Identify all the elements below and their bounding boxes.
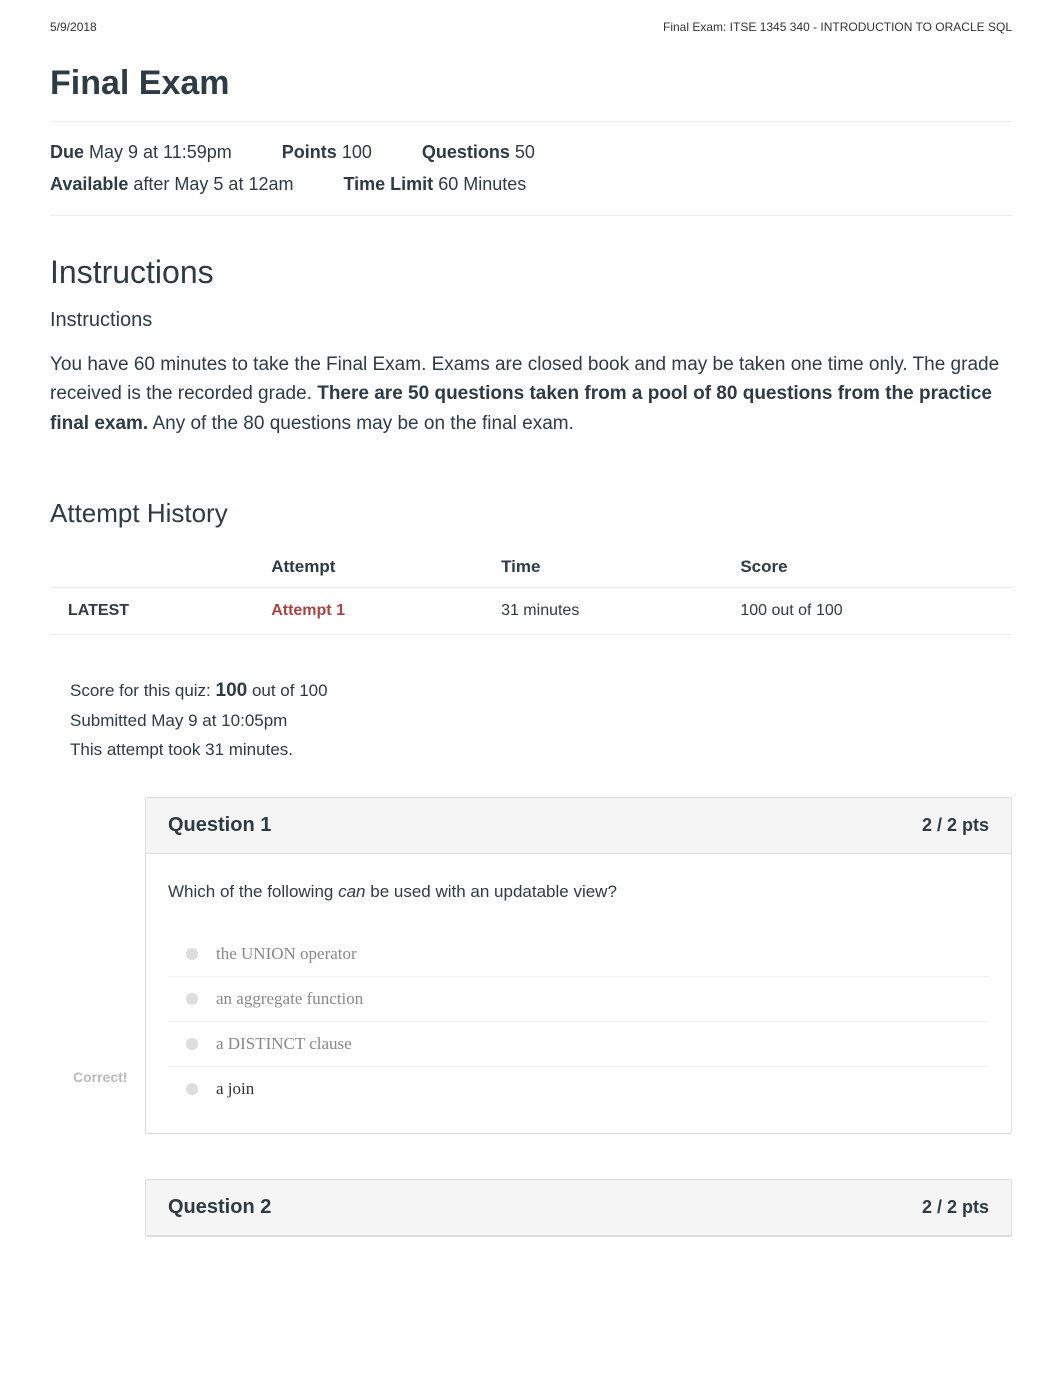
page-title: Final Exam bbox=[50, 64, 1012, 103]
question-title: Question 1 bbox=[168, 814, 271, 837]
score-prefix: Score for this quiz: bbox=[70, 681, 216, 700]
question-points: 2 / 2 pts bbox=[922, 815, 989, 836]
question-body: Which of the following can be used with … bbox=[146, 854, 1011, 1133]
answer-option: the UNION operator bbox=[168, 932, 989, 976]
answer-text: a DISTINCT clause bbox=[216, 1034, 352, 1053]
print-title: Final Exam: ITSE 1345 340 - INTRODUCTION… bbox=[663, 20, 1012, 34]
score-suffix: out of 100 bbox=[247, 681, 327, 700]
attempt-history-heading: Attempt History bbox=[50, 498, 1012, 529]
question-title: Question 2 bbox=[168, 1196, 271, 1219]
meta-available-label: Available bbox=[50, 174, 128, 194]
page-header-meta: 5/9/2018 Final Exam: ITSE 1345 340 - INT… bbox=[50, 20, 1012, 34]
print-date: 5/9/2018 bbox=[50, 20, 97, 34]
score-summary: Score for this quiz: 100 out of 100 Subm… bbox=[70, 675, 992, 765]
question-header: Question 1 2 / 2 pts bbox=[146, 798, 1011, 854]
quiz-meta: Due May 9 at 11:59pm Points 100 Question… bbox=[50, 121, 1012, 216]
radio-icon bbox=[186, 1038, 198, 1050]
meta-available: Available after May 5 at 12am bbox=[50, 168, 293, 200]
meta-questions-label: Questions bbox=[422, 142, 510, 162]
question-text: Which of the following can be used with … bbox=[168, 882, 989, 902]
radio-icon bbox=[186, 1083, 198, 1095]
question-header: Question 2 2 / 2 pts bbox=[146, 1180, 1011, 1236]
row-latest: LATEST bbox=[50, 588, 253, 635]
correct-label: Correct! bbox=[73, 1069, 163, 1085]
question-points: 2 / 2 pts bbox=[922, 1197, 989, 1218]
row-attempt: Attempt 1 bbox=[253, 588, 483, 635]
instructions-heading: Instructions bbox=[50, 254, 1012, 291]
submitted-text: Submitted May 9 at 10:05pm bbox=[70, 707, 992, 736]
meta-points-label: Points bbox=[282, 142, 337, 162]
meta-points: Points 100 bbox=[282, 136, 372, 168]
meta-timelimit: Time Limit 60 Minutes bbox=[343, 168, 526, 200]
instructions-subheading: Instructions bbox=[50, 309, 1012, 332]
instructions-body: You have 60 minutes to take the Final Ex… bbox=[50, 350, 1012, 438]
attempt-history-table: Attempt Time Score LATEST Attempt 1 31 m… bbox=[50, 547, 1012, 635]
meta-timelimit-label: Time Limit bbox=[343, 174, 433, 194]
question-2: Question 2 2 / 2 pts bbox=[145, 1179, 1012, 1237]
meta-available-value: after May 5 at 12am bbox=[133, 174, 293, 194]
question-1: Question 1 2 / 2 pts Which of the follow… bbox=[145, 797, 1012, 1134]
row-score: 100 out of 100 bbox=[722, 588, 1012, 635]
answer-option: a DISTINCT clause bbox=[168, 1021, 989, 1066]
col-attempt: Attempt bbox=[253, 547, 483, 588]
meta-due-label: Due bbox=[50, 142, 84, 162]
answer-option: an aggregate function bbox=[168, 976, 989, 1021]
meta-questions: Questions 50 bbox=[422, 136, 535, 168]
qtext-2: be used with an updatable view? bbox=[366, 882, 617, 901]
radio-icon bbox=[186, 993, 198, 1005]
instructions-text-3: Any of the 80 questions may be on the fi… bbox=[148, 413, 574, 434]
meta-points-value: 100 bbox=[342, 142, 372, 162]
col-time: Time bbox=[483, 547, 722, 588]
meta-timelimit-value: 60 Minutes bbox=[438, 174, 526, 194]
qtext-italic: can bbox=[338, 882, 365, 901]
meta-due-value: May 9 at 11:59pm bbox=[89, 142, 232, 162]
answer-text: an aggregate function bbox=[216, 989, 363, 1008]
score-value: 100 bbox=[216, 680, 248, 701]
meta-due: Due May 9 at 11:59pm bbox=[50, 136, 232, 168]
radio-icon bbox=[186, 948, 198, 960]
col-score: Score bbox=[722, 547, 1012, 588]
qtext-1: Which of the following bbox=[168, 882, 338, 901]
duration-text: This attempt took 31 minutes. bbox=[70, 736, 992, 765]
meta-questions-value: 50 bbox=[515, 142, 535, 162]
col-blank bbox=[50, 547, 253, 588]
table-row: LATEST Attempt 1 31 minutes 100 out of 1… bbox=[50, 588, 1012, 635]
row-time: 31 minutes bbox=[483, 588, 722, 635]
attempt-link[interactable]: Attempt 1 bbox=[271, 602, 345, 619]
answer-option-correct: Correct! a join bbox=[168, 1066, 989, 1111]
answer-text: the UNION operator bbox=[216, 944, 357, 963]
answer-text: a join bbox=[216, 1079, 254, 1098]
